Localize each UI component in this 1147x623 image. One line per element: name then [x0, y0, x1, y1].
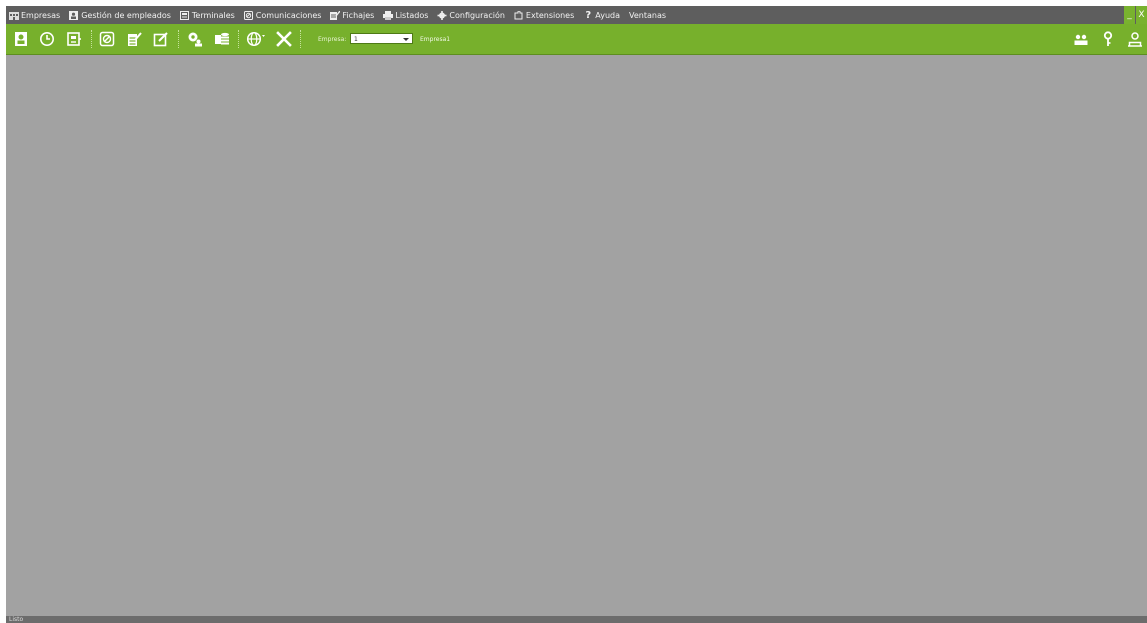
user-session-button[interactable] — [1127, 31, 1143, 47]
empresa-select[interactable]: 1 — [350, 33, 413, 44]
edit-icon — [153, 32, 168, 47]
clipboard-icon — [330, 10, 341, 20]
menu-label: Terminales — [191, 10, 235, 20]
menu-label: Comunicaciones — [255, 10, 322, 20]
users-icon — [1074, 34, 1088, 45]
terminal-button[interactable] — [66, 31, 82, 47]
menu-label: Configuración — [449, 10, 505, 20]
clipboard-icon — [128, 32, 142, 46]
menu-label: Fichajes — [342, 10, 375, 20]
user-settings-button[interactable] — [187, 31, 203, 47]
database-icon — [215, 32, 229, 45]
menu-label: Ventanas — [629, 10, 667, 20]
empresa-label: Empresa: — [318, 36, 347, 43]
minimize-button[interactable]: _ — [1124, 6, 1135, 24]
chevron-down-icon — [403, 38, 409, 41]
empresa-select-value: 1 — [354, 36, 358, 43]
menu-label: Extensiones — [525, 10, 575, 20]
users-button[interactable] — [1073, 32, 1089, 48]
menu-terminales[interactable]: Terminales — [179, 10, 235, 20]
toolbar: Empresa: 1 Empresa1 — [6, 24, 1147, 55]
fichajes-button[interactable] — [126, 31, 142, 47]
building-icon — [9, 11, 19, 20]
close-company-button[interactable] — [276, 31, 292, 47]
gear-icon — [437, 10, 447, 20]
window-controls: _ X — [1123, 6, 1147, 24]
clock-icon — [40, 32, 54, 46]
menu-comunicaciones[interactable]: Comunicaciones — [243, 10, 322, 20]
terminal-icon — [179, 10, 190, 20]
key-button[interactable] — [1100, 31, 1116, 47]
globe-icon — [246, 31, 265, 47]
status-bar: Listo — [6, 616, 1147, 623]
key-icon — [1103, 31, 1113, 46]
globe-menu-button[interactable] — [246, 31, 266, 47]
user-session-icon — [1128, 32, 1142, 47]
sync-icon — [243, 10, 254, 20]
menu-gestion-empleados[interactable]: Gestión de empleados — [69, 10, 171, 20]
menu-ayuda[interactable]: ? Ayuda — [583, 9, 620, 21]
menu-ventanas[interactable]: Ventanas — [629, 11, 666, 20]
printer-icon — [383, 10, 394, 20]
edit-button[interactable] — [153, 31, 169, 47]
menu-label: Empresas — [21, 10, 61, 20]
toolbar-separator — [178, 30, 179, 48]
empresa-name: Empresa1 — [420, 36, 451, 43]
toolbar-separator — [238, 30, 239, 48]
toolbar-separator — [300, 30, 301, 48]
status-text: Listo — [9, 616, 24, 623]
database-button[interactable] — [214, 31, 230, 47]
sync-icon — [99, 31, 115, 47]
menu-configuracion[interactable]: Configuración — [437, 10, 505, 20]
menu-label: Listados — [395, 10, 429, 20]
menu-empresas[interactable]: Empresas — [9, 11, 60, 20]
menu-label: Gestión de empleados — [81, 10, 171, 20]
menu-bar: Empresas Gestión de empleados Terminales… — [6, 6, 1147, 24]
workspace-area — [6, 55, 1147, 616]
menu-fichajes[interactable]: Fichajes — [330, 10, 375, 20]
menu-extensiones[interactable]: Extensiones — [514, 10, 575, 20]
menu-label: Ayuda — [595, 10, 620, 20]
communications-button[interactable] — [99, 31, 115, 47]
terminal-icon — [67, 32, 81, 46]
help-icon: ? — [585, 9, 592, 21]
menu-listados[interactable]: Listados — [383, 10, 429, 20]
employee-card-button[interactable] — [13, 31, 29, 47]
user-gear-icon — [188, 32, 202, 47]
extension-icon — [514, 10, 524, 20]
clock-button[interactable] — [39, 31, 55, 47]
employee-card-icon — [69, 10, 79, 20]
toolbar-separator — [91, 30, 92, 48]
close-icon — [276, 31, 292, 47]
app-window: Empresas Gestión de empleados Terminales… — [6, 6, 1147, 623]
close-button[interactable]: X — [1136, 6, 1147, 24]
employee-card-icon — [15, 32, 27, 46]
